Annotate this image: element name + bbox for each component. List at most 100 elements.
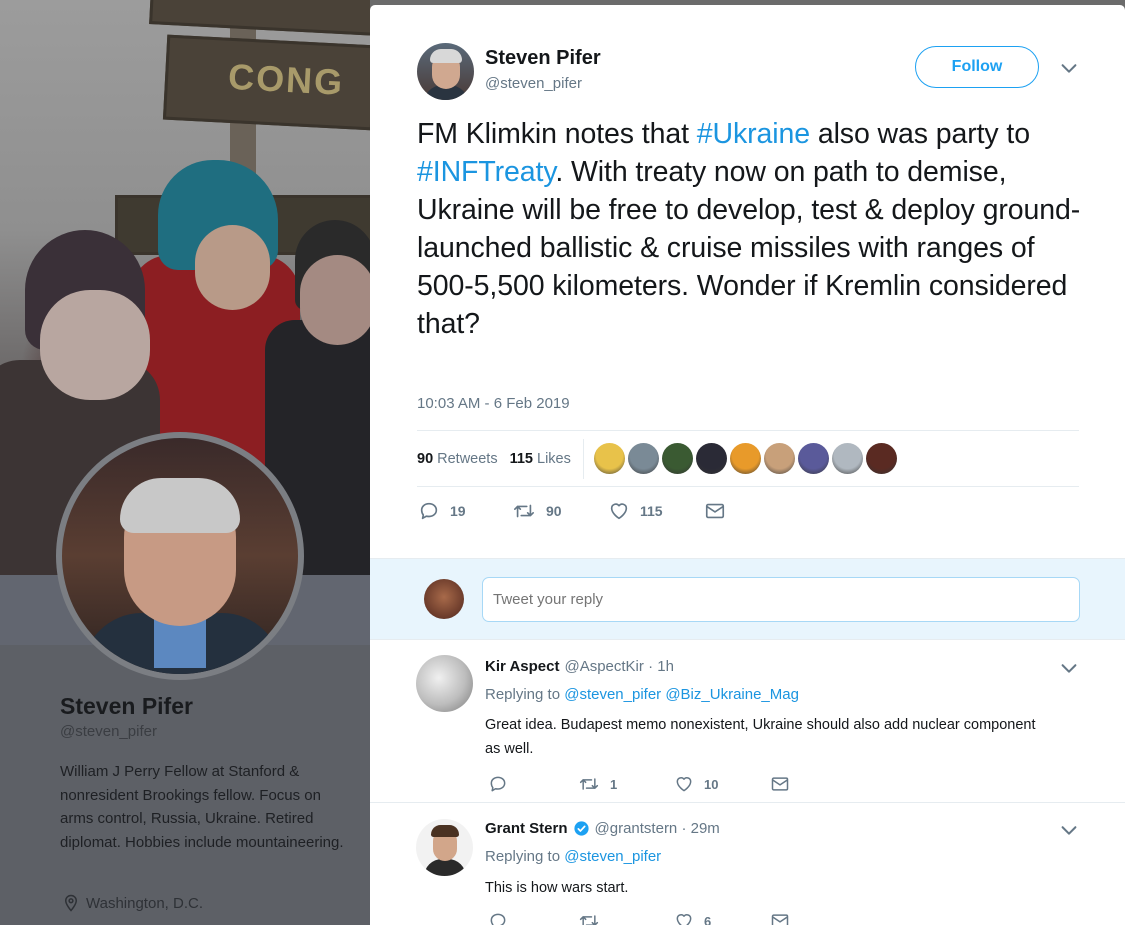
- dm-action[interactable]: [770, 911, 860, 925]
- signpost-text: CONG: [227, 55, 346, 103]
- likes-count: 115: [509, 450, 533, 467]
- envelope-icon: [771, 777, 789, 791]
- dm-action[interactable]: [770, 774, 860, 794]
- replying-to-link[interactable]: @steven_pifer: [564, 848, 661, 865]
- like-action[interactable]: 10: [674, 774, 770, 794]
- chevron-down-icon[interactable]: [1058, 819, 1080, 841]
- envelope-icon: [771, 914, 789, 925]
- author-avatar[interactable]: [417, 43, 474, 100]
- profile-avatar[interactable]: [56, 432, 304, 680]
- retweet-action[interactable]: 1: [578, 774, 674, 794]
- retweets-label: Retweets: [437, 450, 498, 467]
- reply-author-handle[interactable]: @AspectKir: [564, 658, 643, 675]
- liker-avatar[interactable]: [695, 443, 727, 474]
- reply-tweet[interactable]: Kir Aspect @AspectKir · 1h Replying to @…: [370, 641, 1125, 803]
- reply-actions: 1 10: [488, 774, 860, 794]
- tweet-modal: Steven Pifer @steven_pifer Follow FM Kli…: [370, 5, 1125, 925]
- profile-handle[interactable]: @steven_pifer: [60, 723, 157, 740]
- reply-author-name[interactable]: Grant Stern: [485, 820, 568, 837]
- liker-avatars: [593, 443, 897, 474]
- liker-avatar[interactable]: [627, 443, 659, 474]
- retweets-stat[interactable]: 90 Retweets: [417, 451, 498, 467]
- tweet-text-part: FM Klimkin notes that: [417, 118, 697, 150]
- avatar-hair: [431, 825, 459, 837]
- profile-location: Washington, D.C.: [62, 894, 203, 912]
- divider: [582, 438, 584, 479]
- dm-action[interactable]: [704, 500, 736, 522]
- liker-avatar[interactable]: [831, 443, 863, 474]
- reply-tweet[interactable]: Grant Stern @grantstern · 29m Replying t…: [370, 803, 1125, 925]
- profile-location-text: Washington, D.C.: [86, 894, 203, 912]
- tweet-text-part: also was party to: [810, 118, 1030, 150]
- reply-author-avatar[interactable]: [416, 655, 473, 712]
- likes-label: Likes: [537, 450, 571, 467]
- reply-icon: [420, 502, 438, 520]
- profile-bio: William J Perry Fellow at Stanford & non…: [60, 763, 344, 851]
- location-pin-icon: [64, 894, 78, 912]
- author-handle[interactable]: @steven_pifer: [485, 75, 582, 92]
- envelope-icon: [705, 503, 725, 519]
- like-count: 6: [704, 913, 712, 925]
- replying-label: Replying to: [485, 686, 561, 703]
- reply-action[interactable]: [488, 774, 578, 794]
- liker-avatar[interactable]: [797, 443, 829, 474]
- avatar-hair: [430, 49, 462, 63]
- tweet-text: FM Klimkin notes that #Ukraine also was …: [417, 115, 1097, 343]
- retweet-action[interactable]: [578, 911, 674, 925]
- liker-avatar[interactable]: [763, 443, 795, 474]
- climber-face: [300, 255, 370, 345]
- heart-icon: [610, 503, 628, 520]
- reply-action[interactable]: [488, 911, 578, 925]
- tweet-timestamp[interactable]: 10:03 AM - 6 Feb 2019: [417, 395, 570, 412]
- author-name[interactable]: Steven Pifer: [485, 47, 601, 70]
- reply-time[interactable]: · 1h: [648, 658, 674, 675]
- climber-face: [40, 290, 150, 400]
- avatar-hair: [120, 478, 240, 533]
- like-count: 10: [704, 776, 719, 792]
- reply-author-name[interactable]: Kir Aspect: [485, 658, 559, 675]
- liker-avatar[interactable]: [865, 443, 897, 474]
- reply-author-handle[interactable]: @grantstern: [595, 820, 678, 837]
- liker-avatar[interactable]: [729, 443, 761, 474]
- like-action[interactable]: 115: [608, 500, 704, 522]
- liker-avatar[interactable]: [661, 443, 693, 474]
- avatar-suit: [424, 859, 466, 876]
- tweet-actions: 19 90 115: [418, 500, 736, 522]
- signpost-board: [149, 0, 370, 36]
- profile-name[interactable]: Steven Pifer: [60, 693, 193, 720]
- retweet-icon: [579, 778, 599, 790]
- profile-avatar-photo: [62, 438, 298, 674]
- replying-to: Replying to @steven_pifer @Biz_Ukraine_M…: [485, 686, 799, 703]
- reply-icon: [490, 913, 506, 925]
- reply-time[interactable]: · 29m: [681, 820, 719, 837]
- replying-to-link[interactable]: @steven_pifer @Biz_Ukraine_Mag: [564, 686, 799, 703]
- current-user-avatar: [424, 579, 464, 619]
- heart-icon: [676, 914, 692, 925]
- like-action[interactable]: 6: [674, 911, 770, 925]
- reply-text: Great idea. Budapest memo nonexistent, U…: [485, 717, 1036, 757]
- follow-button[interactable]: Follow: [915, 46, 1039, 88]
- hashtag-link[interactable]: #INFTreaty: [417, 156, 555, 188]
- reply-action[interactable]: 19: [418, 500, 512, 522]
- retweet-action[interactable]: 90: [512, 500, 608, 522]
- replying-label: Replying to: [485, 848, 561, 865]
- replying-to: Replying to @steven_pifer: [485, 848, 661, 865]
- retweet-count: 90: [546, 503, 562, 519]
- like-count: 115: [640, 503, 663, 519]
- reply-author-avatar[interactable]: [416, 819, 473, 876]
- heart-icon: [676, 777, 692, 792]
- reply-composer: [370, 558, 1125, 640]
- verified-badge-icon: [573, 821, 589, 836]
- reply-count: 19: [450, 503, 466, 519]
- chevron-down-icon[interactable]: [1058, 57, 1080, 79]
- reply-actions: 6: [488, 911, 860, 925]
- hashtag-link[interactable]: #Ukraine: [697, 118, 810, 150]
- likes-stat[interactable]: 115 Likes: [510, 451, 571, 467]
- chevron-down-icon[interactable]: [1058, 657, 1080, 679]
- tweet-stats: 90 Retweets 115 Likes: [417, 430, 1079, 487]
- retweet-icon: [514, 504, 534, 518]
- profile-background: CONG Steven Pifer @steven_pifer William …: [0, 0, 370, 925]
- liker-avatar[interactable]: [593, 443, 625, 474]
- reply-text: This is how wars start.: [485, 880, 629, 896]
- reply-input[interactable]: [482, 577, 1080, 622]
